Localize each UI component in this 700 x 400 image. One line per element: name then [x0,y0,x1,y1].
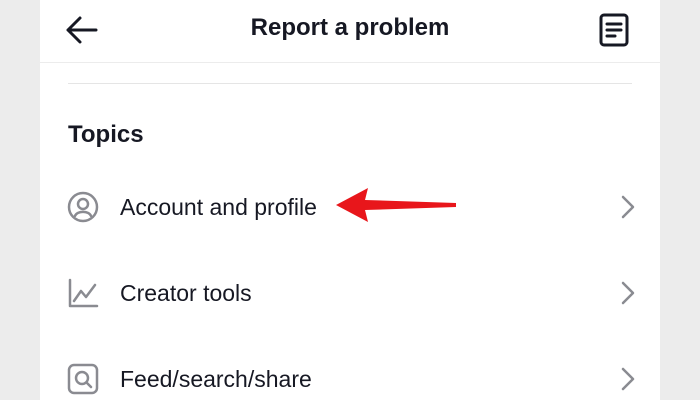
topic-label: Feed/search/share [120,366,312,392]
chevron-right-icon [618,366,638,392]
topic-label: Creator tools [120,280,252,306]
divider [68,83,632,84]
red-arrow-annotation [336,188,456,222]
page-title: Report a problem [250,14,450,41]
search-square-icon [66,362,100,396]
topic-label: Account and profile [120,194,317,220]
line-chart-icon [66,276,100,310]
chevron-right-icon [618,194,638,220]
document-icon [599,13,629,47]
chevron-right-icon [618,280,638,306]
top-bar: Report a problem [40,0,660,63]
report-history-button[interactable] [594,10,634,50]
topic-feed-search-share[interactable]: Feed/search/share [40,344,660,400]
user-circle-icon [66,190,100,224]
topics-heading: Topics [68,121,144,148]
topic-creator-tools[interactable]: Creator tools [40,258,660,328]
